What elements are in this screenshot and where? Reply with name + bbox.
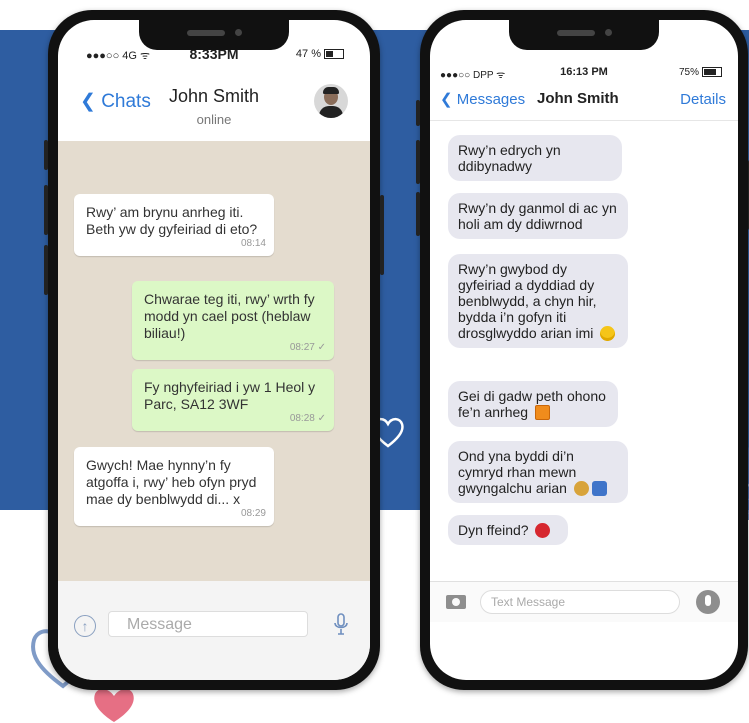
notch [509, 20, 659, 50]
message-bubble[interactable]: Ond yna byddi di’n cymryd rhan mewn gwyn… [448, 441, 628, 503]
phone-whatsapp: ●●●○○ 4G ᯤ 8:33PM 47 % ❮ Chats John Smit… [44, 10, 384, 690]
message-text: Gwych! Mae hynny’n fy atgoffa i, rwy’ he… [86, 457, 257, 507]
message-text: Rwy’n edrych yn ddibynadwy [458, 142, 561, 174]
contact-name: John Smith [537, 90, 619, 107]
battery-icon [324, 49, 344, 60]
money-bag-icon [573, 481, 589, 496]
message-bubble-in[interactable]: Rwy’ am brynu anrheg iti. Beth yw dy gyf… [74, 194, 274, 256]
battery-icon [702, 67, 722, 78]
message-time: 08:29 [240, 508, 266, 519]
message-text: Ond yna byddi di’n cymryd rhan mewn gwyn… [458, 448, 577, 496]
message-time: 08:28 ✓ [289, 413, 326, 424]
microphone-icon[interactable] [334, 613, 348, 635]
status-bar: ●●●○○ DPP ᯤ 16:13 PM 75% [430, 66, 738, 82]
conversation-header: ❮ Messages John Smith Details [430, 88, 738, 121]
message-bubble[interactable]: Rwy’n edrych yn ddibynadwy [448, 135, 622, 181]
microphone-icon[interactable] [696, 590, 720, 614]
message-bubble[interactable]: Rwy’n dy ganmol di ac yn holi am dy ddiw… [448, 193, 628, 239]
message-text: Dyn ffeind? [458, 522, 529, 538]
chat-header: ❮ Chats John Smith online [58, 74, 370, 132]
chat-area: Rwy’ am brynu anrheg iti. Beth yw dy gyf… [58, 141, 370, 581]
chevron-left-icon: ❮ [440, 91, 453, 108]
battery-indicator: 75% [679, 67, 722, 78]
gift-icon [534, 405, 550, 420]
screen: ●●●○○ DPP ᯤ 16:13 PM 75% ❮ Messages John… [430, 20, 738, 680]
camera-icon[interactable] [446, 595, 466, 609]
back-button[interactable]: ❮ Messages [440, 90, 525, 108]
message-bubble-in[interactable]: Gwych! Mae hynny’n fy atgoffa i, rwy’ he… [74, 447, 274, 526]
message-time: 08:14 [240, 238, 266, 249]
message-text: Gei di gadw peth ohono fe’n anrheg [458, 388, 606, 420]
message-text: Rwy’ am brynu anrheg iti. Beth yw dy gyf… [86, 204, 258, 237]
message-input[interactable]: Message [108, 611, 308, 637]
police-officer-icon [591, 481, 607, 496]
message-time: 08:27 ✓ [289, 342, 326, 353]
attach-icon[interactable]: ↑ [74, 615, 96, 637]
message-input[interactable]: Text Message [480, 590, 680, 614]
smiling-face-icon [600, 326, 616, 341]
avatar[interactable] [314, 84, 348, 118]
message-text: Fy nghyfeiriad i yw 1 Heol y Parc, SA12 … [144, 379, 316, 412]
battery-indicator: 47 % [296, 48, 344, 60]
details-button[interactable]: Details [680, 91, 726, 108]
input-bar: ↑ Message [58, 581, 370, 680]
phone-imessage: ●●●○○ DPP ᯤ 16:13 PM 75% ❮ Messages John… [416, 10, 749, 690]
message-bubble[interactable]: Gei di gadw peth ohono fe’n anrheg [448, 381, 618, 427]
message-text: Chwarae teg iti, rwy’ wrth fy modd yn ca… [144, 291, 315, 341]
message-text: Rwy’n gwybod dy gyfeiriad a dyddiad dy b… [458, 261, 597, 341]
input-bar: Text Message [430, 581, 738, 622]
message-bubble[interactable]: Dyn ffeind? [448, 515, 568, 545]
message-bubble-out[interactable]: Chwarae teg iti, rwy’ wrth fy modd yn ca… [132, 281, 334, 360]
devil-icon [535, 523, 551, 538]
message-bubble[interactable]: Rwy’n gwybod dy gyfeiriad a dyddiad dy b… [448, 254, 628, 348]
notch [139, 20, 289, 50]
message-text: Rwy’n dy ganmol di ac yn holi am dy ddiw… [458, 200, 617, 232]
message-bubble-out[interactable]: Fy nghyfeiriad i yw 1 Heol y Parc, SA12 … [132, 369, 334, 431]
screen: ●●●○○ 4G ᯤ 8:33PM 47 % ❮ Chats John Smit… [58, 20, 370, 680]
